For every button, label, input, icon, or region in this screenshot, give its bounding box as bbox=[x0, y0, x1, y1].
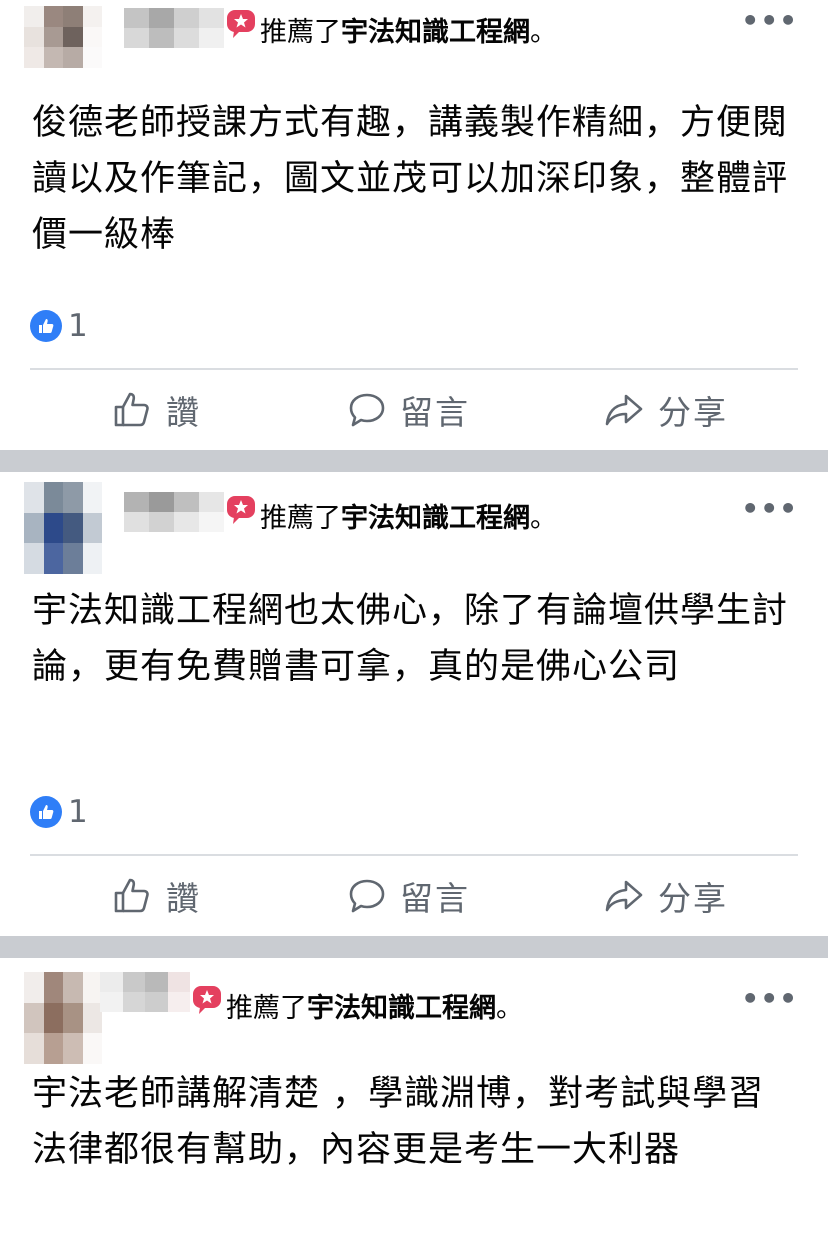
share-button[interactable]: 分享 bbox=[604, 370, 728, 450]
author-avatar-blurred[interactable] bbox=[24, 482, 102, 574]
action-bar: 讚 留言 分享 bbox=[0, 370, 828, 450]
post-3: 推薦了 宇法知識工程網 。 ••• 宇法老師講解清楚 ，學識淵博，對考試與學習法… bbox=[0, 958, 828, 1255]
share-button[interactable]: 分享 bbox=[604, 856, 728, 936]
like-label: 讚 bbox=[166, 393, 201, 432]
author-avatar-blurred[interactable] bbox=[24, 6, 102, 68]
post-1: 推薦了 宇法知識工程網 。 ••• 俊德老師授課方式有趣，講義製作精細，方便閱讀… bbox=[0, 0, 828, 450]
thumbs-up-icon bbox=[114, 878, 149, 913]
recommend-star-icon bbox=[227, 495, 255, 524]
page-link[interactable]: 宇法知識工程網 bbox=[307, 986, 496, 1025]
post-text: 宇法知識工程網也太佛心，除了有論壇供學生討論，更有免費贈書可拿，真的是佛心公司 bbox=[32, 591, 789, 687]
post-text: 宇法老師講解清楚 ，學識淵博，對考試與學習法律都很有幫助，內容更是考生一大利器 bbox=[32, 1074, 765, 1170]
author-avatar-blurred[interactable] bbox=[24, 972, 102, 1064]
share-label: 分享 bbox=[658, 879, 728, 918]
recommendation-line: 推薦了 宇法知識工程網 。 bbox=[226, 9, 557, 49]
share-arrow-icon bbox=[605, 880, 643, 912]
recommend-suffix: 。 bbox=[530, 503, 557, 534]
recommend-suffix: 。 bbox=[496, 993, 523, 1024]
recommend-verb: 推薦了 bbox=[260, 503, 341, 534]
page-link[interactable]: 宇法知識工程網 bbox=[341, 496, 530, 535]
comment-button[interactable]: 留言 bbox=[348, 856, 470, 936]
like-button[interactable]: 讚 bbox=[112, 856, 201, 936]
post-2: 推薦了 宇法知識工程網 。 ••• 宇法知識工程網也太佛心，除了有論壇供學生討論… bbox=[0, 472, 828, 936]
like-reaction-icon bbox=[30, 796, 62, 828]
comment-button[interactable]: 留言 bbox=[348, 370, 470, 450]
post-separator bbox=[0, 450, 828, 472]
comment-bubble-icon bbox=[349, 393, 385, 427]
more-options-icon[interactable]: ••• bbox=[741, 495, 798, 523]
like-button[interactable]: 讚 bbox=[112, 370, 201, 450]
recommend-star-icon bbox=[227, 9, 255, 38]
reaction-summary[interactable]: 1 bbox=[30, 308, 88, 344]
like-reaction-icon bbox=[30, 310, 62, 342]
post-separator bbox=[0, 936, 828, 958]
comment-label: 留言 bbox=[400, 879, 470, 918]
comment-label: 留言 bbox=[400, 393, 470, 432]
more-options-icon[interactable]: ••• bbox=[741, 985, 798, 1013]
recommend-verb: 推薦了 bbox=[260, 17, 341, 48]
recommendation-line: 推薦了 宇法知識工程網 。 bbox=[226, 495, 557, 535]
author-name-blurred[interactable] bbox=[100, 972, 190, 1012]
post-text: 俊德老師授課方式有趣，講義製作精細，方便閱讀以及作筆記，圖文並茂可以加深印象，整… bbox=[32, 103, 789, 255]
recommendation-line: 推薦了 宇法知識工程網 。 bbox=[192, 985, 523, 1025]
action-bar: 讚 留言 分享 bbox=[0, 856, 828, 936]
more-options-icon[interactable]: ••• bbox=[741, 7, 798, 35]
page-link[interactable]: 宇法知識工程網 bbox=[341, 10, 530, 49]
author-name-blurred[interactable] bbox=[124, 492, 224, 532]
recommend-star-icon bbox=[193, 985, 221, 1014]
recommend-verb: 推薦了 bbox=[226, 993, 307, 1024]
comment-bubble-icon bbox=[349, 879, 385, 913]
share-label: 分享 bbox=[658, 393, 728, 432]
like-count: 1 bbox=[68, 794, 88, 830]
recommend-suffix: 。 bbox=[530, 17, 557, 48]
like-count: 1 bbox=[68, 308, 88, 344]
reaction-summary[interactable]: 1 bbox=[30, 794, 88, 830]
like-label: 讚 bbox=[166, 879, 201, 918]
share-arrow-icon bbox=[605, 394, 643, 426]
thumbs-up-icon bbox=[114, 392, 149, 427]
author-name-blurred[interactable] bbox=[124, 8, 224, 48]
